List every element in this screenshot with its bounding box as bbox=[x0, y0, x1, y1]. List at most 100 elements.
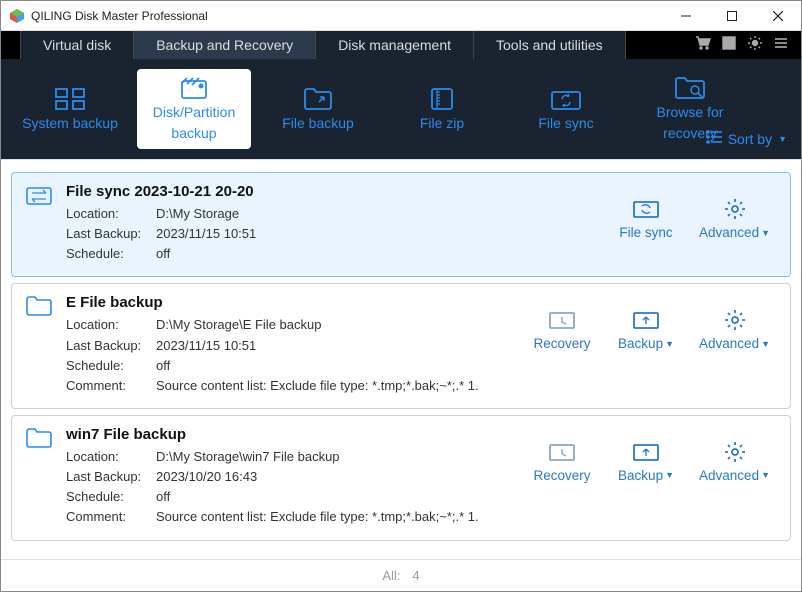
task-location: D:\My Storage bbox=[156, 204, 239, 224]
task-type-sync-icon bbox=[26, 183, 52, 264]
app-logo-icon bbox=[9, 8, 25, 24]
task-schedule-label: Schedule: bbox=[66, 487, 156, 507]
sort-by-label: Sort by bbox=[728, 131, 772, 147]
task-schedule-label: Schedule: bbox=[66, 356, 156, 376]
footer-all-count: 4 bbox=[412, 568, 419, 583]
task-action-recovery[interactable]: Recovery bbox=[531, 308, 593, 351]
task-schedule: off bbox=[156, 244, 170, 264]
titlebar-title: QILING Disk Master Professional bbox=[31, 9, 663, 23]
action-label: Advanced bbox=[699, 468, 759, 483]
tool-label: File backup bbox=[282, 115, 354, 132]
action-label: Advanced bbox=[699, 225, 759, 240]
task-action-advanced[interactable]: Advanced▼ bbox=[699, 308, 770, 351]
sort-by-dropdown[interactable]: Sort by ▼ bbox=[706, 130, 787, 147]
chevron-down-icon: ▼ bbox=[665, 470, 674, 480]
disk-partition-backup-icon bbox=[181, 76, 207, 100]
task-card[interactable]: File sync 2023-10-21 20-20 Location:D:\M… bbox=[11, 172, 791, 277]
task-action-backup[interactable]: Backup▼ bbox=[615, 440, 677, 483]
task-schedule: off bbox=[156, 356, 170, 376]
task-card[interactable]: E File backup Location:D:\My Storage\E F… bbox=[11, 283, 791, 409]
settings-icon[interactable] bbox=[747, 35, 763, 56]
task-card[interactable]: win7 File backup Location:D:\My Storage\… bbox=[11, 415, 791, 541]
tab-backup-recovery[interactable]: Backup and Recovery bbox=[133, 31, 316, 59]
task-comment-label: Comment: bbox=[66, 376, 156, 396]
minimize-button[interactable] bbox=[663, 1, 709, 31]
backup-action-icon bbox=[633, 440, 659, 464]
task-lastbackup: 2023/10/20 16:43 bbox=[156, 467, 257, 487]
toolbar: System backup Disk/Partition backup File… bbox=[1, 59, 801, 159]
maximize-button[interactable] bbox=[709, 1, 755, 31]
tab-virtual-disk[interactable]: Virtual disk bbox=[20, 31, 134, 59]
task-comment: Source content list: Exclude file type: … bbox=[156, 507, 479, 527]
chevron-down-icon: ▼ bbox=[761, 470, 770, 480]
action-label: Advanced bbox=[699, 336, 759, 351]
tabbar: Virtual disk Backup and Recovery Disk ma… bbox=[1, 31, 801, 59]
task-comment-label: Comment: bbox=[66, 507, 156, 527]
action-label: File sync bbox=[619, 225, 672, 240]
tab-tools-utilities[interactable]: Tools and utilities bbox=[473, 31, 626, 59]
task-lastbackup-label: Last Backup: bbox=[66, 224, 156, 244]
task-action-advanced[interactable]: Advanced▼ bbox=[699, 197, 770, 240]
backup-action-icon bbox=[633, 308, 659, 332]
log-icon[interactable] bbox=[721, 35, 737, 56]
task-type-backup-icon bbox=[26, 426, 52, 528]
gear-icon bbox=[724, 308, 746, 332]
tool-label: File sync bbox=[538, 115, 593, 132]
tool-system-backup[interactable]: System backup bbox=[13, 69, 127, 149]
task-lastbackup-label: Last Backup: bbox=[66, 467, 156, 487]
task-lastbackup: 2023/11/15 10:51 bbox=[156, 336, 256, 356]
recovery-icon bbox=[549, 440, 575, 464]
task-location: D:\My Storage\E File backup bbox=[156, 315, 321, 335]
action-label: Recovery bbox=[534, 336, 591, 351]
task-list: File sync 2023-10-21 20-20 Location:D:\M… bbox=[1, 159, 801, 557]
close-button[interactable] bbox=[755, 1, 801, 31]
task-action-recovery[interactable]: Recovery bbox=[531, 440, 593, 483]
task-action-advanced[interactable]: Advanced▼ bbox=[699, 440, 770, 483]
chevron-down-icon: ▼ bbox=[665, 339, 674, 349]
chevron-down-icon: ▼ bbox=[778, 134, 787, 144]
task-type-backup-icon bbox=[26, 294, 52, 396]
file-backup-icon bbox=[304, 87, 332, 111]
task-action-filesync[interactable]: File sync bbox=[615, 197, 677, 240]
task-location-label: Location: bbox=[66, 447, 156, 467]
tab-label: Tools and utilities bbox=[496, 37, 603, 53]
cart-icon[interactable] bbox=[695, 35, 711, 56]
tab-label: Virtual disk bbox=[43, 37, 111, 53]
chevron-down-icon: ▼ bbox=[761, 228, 770, 238]
tab-disk-management[interactable]: Disk management bbox=[315, 31, 474, 59]
titlebar: QILING Disk Master Professional bbox=[1, 1, 801, 31]
tool-label-line1: Disk/Partition bbox=[153, 104, 235, 121]
gear-icon bbox=[724, 440, 746, 464]
task-schedule-label: Schedule: bbox=[66, 244, 156, 264]
tool-label-line1: Browse for bbox=[657, 104, 724, 121]
footer-all-label: All: bbox=[382, 568, 400, 583]
tool-file-backup[interactable]: File backup bbox=[261, 69, 375, 149]
chevron-down-icon: ▼ bbox=[761, 339, 770, 349]
tool-label: System backup bbox=[22, 115, 118, 132]
recovery-icon bbox=[549, 308, 575, 332]
file-sync-icon bbox=[551, 87, 581, 111]
gear-icon bbox=[724, 197, 746, 221]
task-title: File sync 2023-10-21 20-20 bbox=[66, 183, 601, 200]
action-label: Recovery bbox=[534, 468, 591, 483]
task-title: E File backup bbox=[66, 294, 517, 311]
tool-disk-partition-backup[interactable]: Disk/Partition backup bbox=[137, 69, 251, 149]
task-title: win7 File backup bbox=[66, 426, 517, 443]
task-lastbackup-label: Last Backup: bbox=[66, 336, 156, 356]
tab-label: Disk management bbox=[338, 37, 451, 53]
task-location-label: Location: bbox=[66, 315, 156, 335]
task-action-backup[interactable]: Backup▼ bbox=[615, 308, 677, 351]
tab-label: Backup and Recovery bbox=[156, 37, 293, 53]
tool-label-line2: backup bbox=[171, 125, 216, 142]
action-label: Backup bbox=[618, 336, 663, 351]
system-backup-icon bbox=[55, 87, 85, 111]
task-schedule: off bbox=[156, 487, 170, 507]
task-location-label: Location: bbox=[66, 204, 156, 224]
browse-recovery-icon bbox=[675, 76, 705, 100]
action-label: Backup bbox=[618, 468, 663, 483]
tool-file-sync[interactable]: File sync bbox=[509, 69, 623, 149]
menu-icon[interactable] bbox=[773, 35, 789, 56]
tool-label: File zip bbox=[420, 115, 464, 132]
tool-file-zip[interactable]: File zip bbox=[385, 69, 499, 149]
sync-action-icon bbox=[633, 197, 659, 221]
